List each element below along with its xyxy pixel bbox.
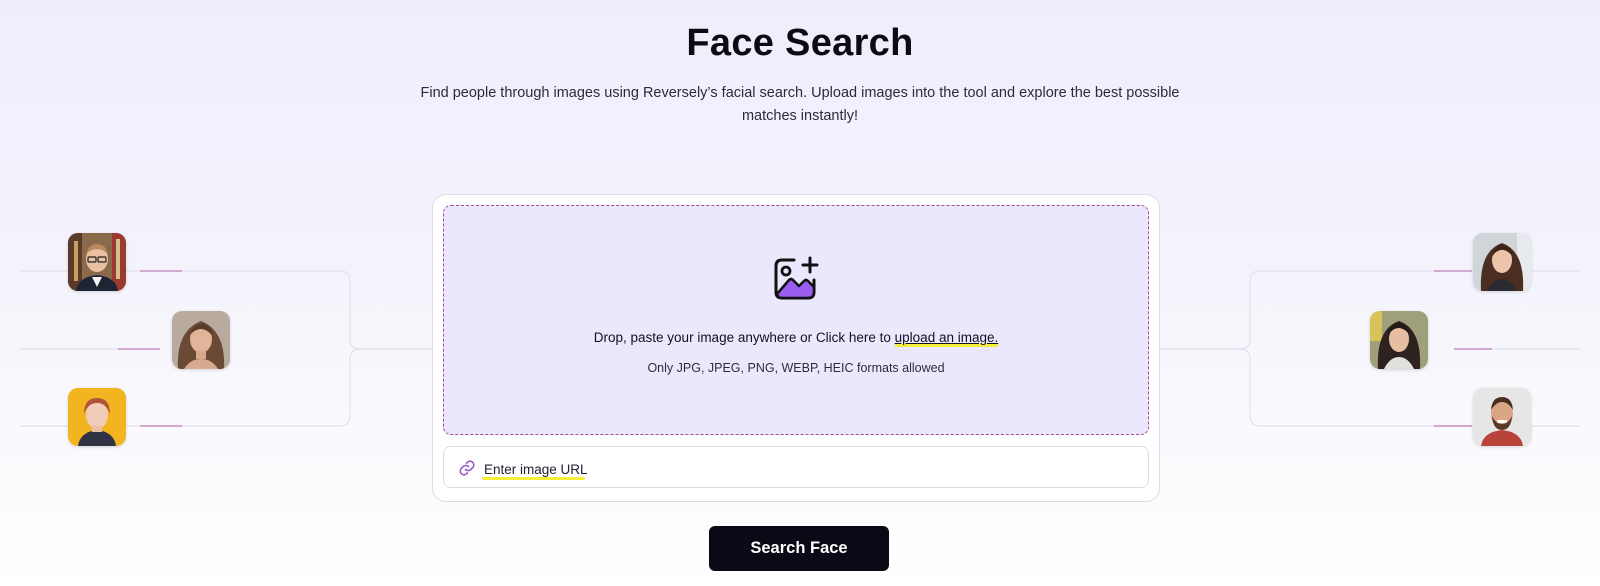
man-beard-avatar [1473, 388, 1531, 446]
image-dropzone[interactable]: Drop, paste your image anywhere or Click… [443, 205, 1149, 435]
search-face-button[interactable]: Search Face [709, 526, 889, 571]
woman-brown-hair-avatar [172, 311, 230, 369]
woman-long-hair-avatar [1473, 233, 1531, 291]
page-subtitle: Find people through images using Reverse… [420, 85, 1180, 124]
dropzone-instructions: Drop, paste your image anywhere or Click… [444, 330, 1148, 347]
man-glasses-avatar [68, 233, 126, 291]
woman-yellow-background-avatar [68, 388, 126, 446]
woman-dark-hair-avatar [1370, 311, 1428, 369]
add-image-icon [774, 256, 819, 300]
allowed-formats-note: Only JPG, JPEG, PNG, WEBP, HEIC formats … [647, 361, 945, 375]
dropzone-text: Drop, paste your image anywhere or Click… [593, 330, 895, 345]
image-url-field[interactable] [443, 446, 1149, 488]
link-icon [459, 460, 475, 476]
page-title: Face Search [686, 22, 914, 64]
upload-image-link[interactable]: upload an image. [894, 330, 999, 347]
upload-card: Drop, paste your image anywhere or Click… [432, 194, 1160, 502]
image-url-input[interactable] [482, 456, 1086, 482]
